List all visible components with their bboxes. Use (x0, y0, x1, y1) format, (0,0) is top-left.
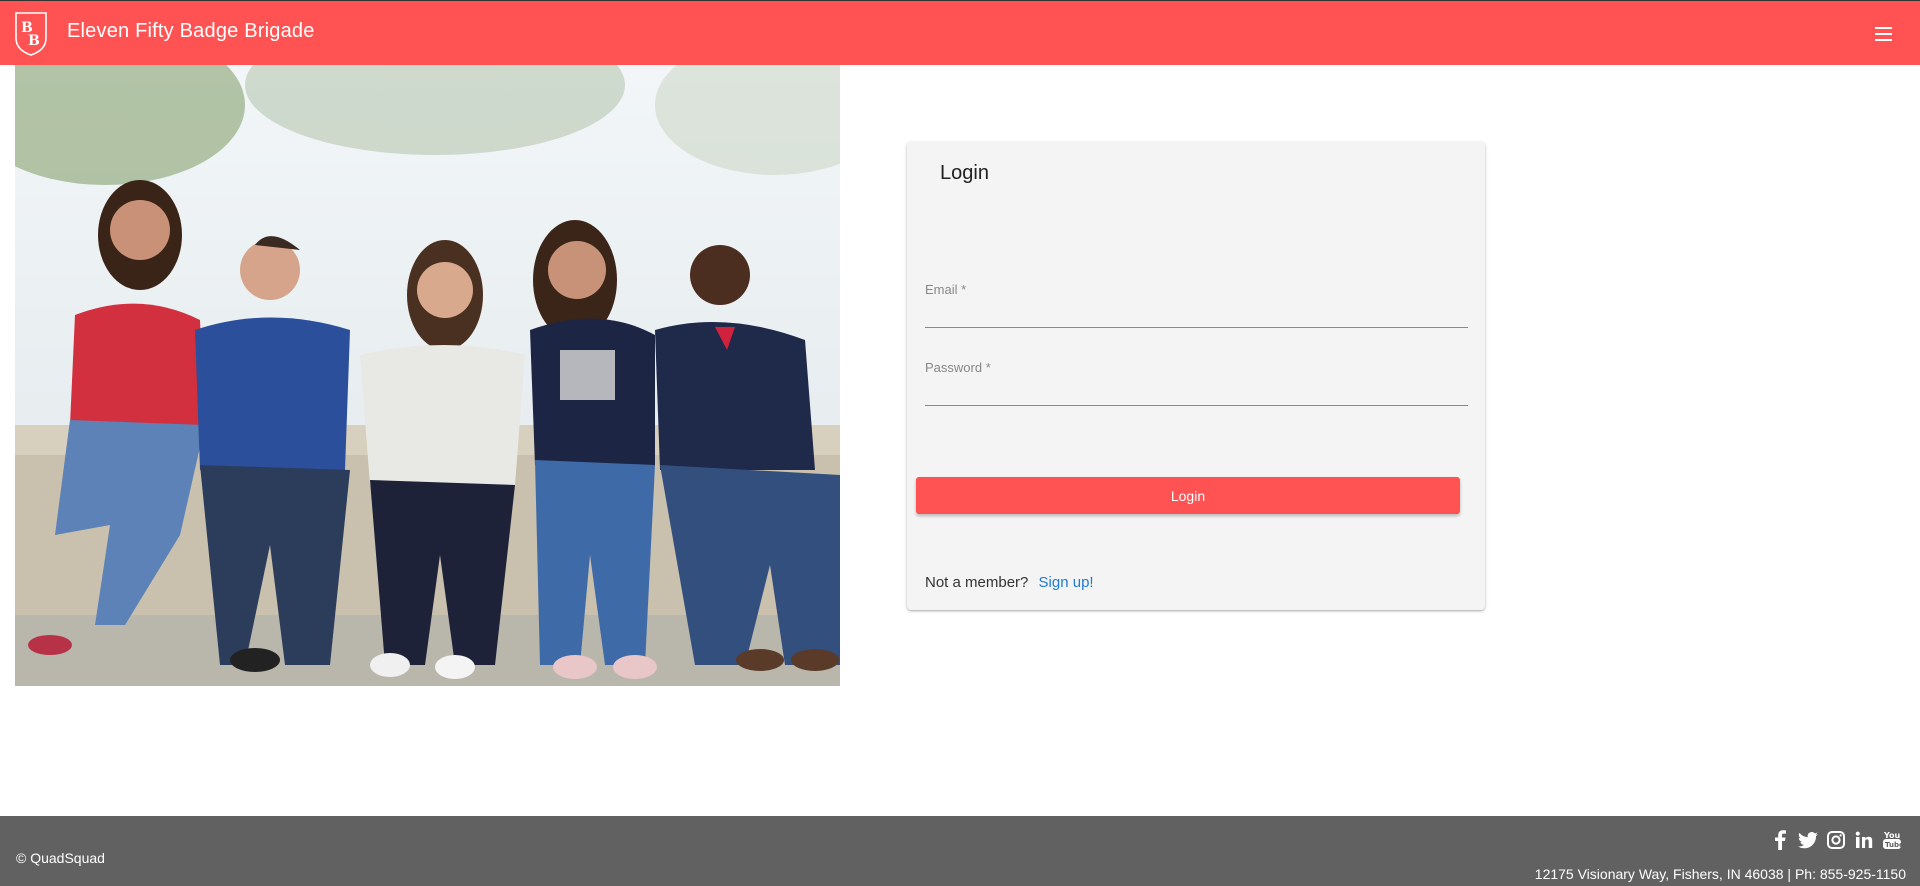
contact-address: 12175 Visionary Way, Fishers, IN 46038 |… (1534, 866, 1906, 882)
hero-image (15, 65, 840, 686)
twitter-icon[interactable] (1798, 830, 1818, 850)
svg-text:Tube: Tube (1885, 841, 1901, 849)
email-field-wrapper: Email * (925, 282, 1468, 328)
svg-text:You: You (1883, 831, 1901, 840)
badge-logo-icon[interactable]: B B (14, 10, 48, 56)
social-links: YouTube (1770, 830, 1902, 850)
svg-text:B: B (28, 33, 40, 49)
group-photo-illustration (15, 65, 840, 686)
instagram-icon[interactable] (1826, 830, 1846, 850)
login-title: Login (940, 162, 989, 184)
login-button[interactable]: Login (916, 477, 1460, 514)
email-label: Email * (925, 282, 967, 297)
signup-row: Not a member? Sign up! (925, 574, 1094, 591)
login-card: Login Email * Password * Login Not a mem… (907, 142, 1485, 610)
signup-link[interactable]: Sign up! (1039, 574, 1094, 591)
footer: © QuadSquad YouTube 12175 Visionary Way,… (0, 816, 1920, 886)
brand-title[interactable]: Eleven Fifty Badge Brigade (67, 20, 315, 43)
app-bar: B B Eleven Fifty Badge Brigade (0, 0, 1920, 65)
linkedin-icon[interactable] (1854, 830, 1874, 850)
password-field-wrapper: Password * (925, 360, 1468, 406)
not-member-text: Not a member? (925, 574, 1029, 591)
facebook-icon[interactable] (1770, 830, 1790, 850)
email-input[interactable] (925, 302, 1468, 328)
password-input[interactable] (925, 380, 1468, 406)
hamburger-menu-icon[interactable] (1872, 23, 1896, 45)
password-label: Password * (925, 360, 991, 375)
copyright-text: © QuadSquad (16, 850, 105, 866)
youtube-icon[interactable]: YouTube (1882, 830, 1902, 850)
